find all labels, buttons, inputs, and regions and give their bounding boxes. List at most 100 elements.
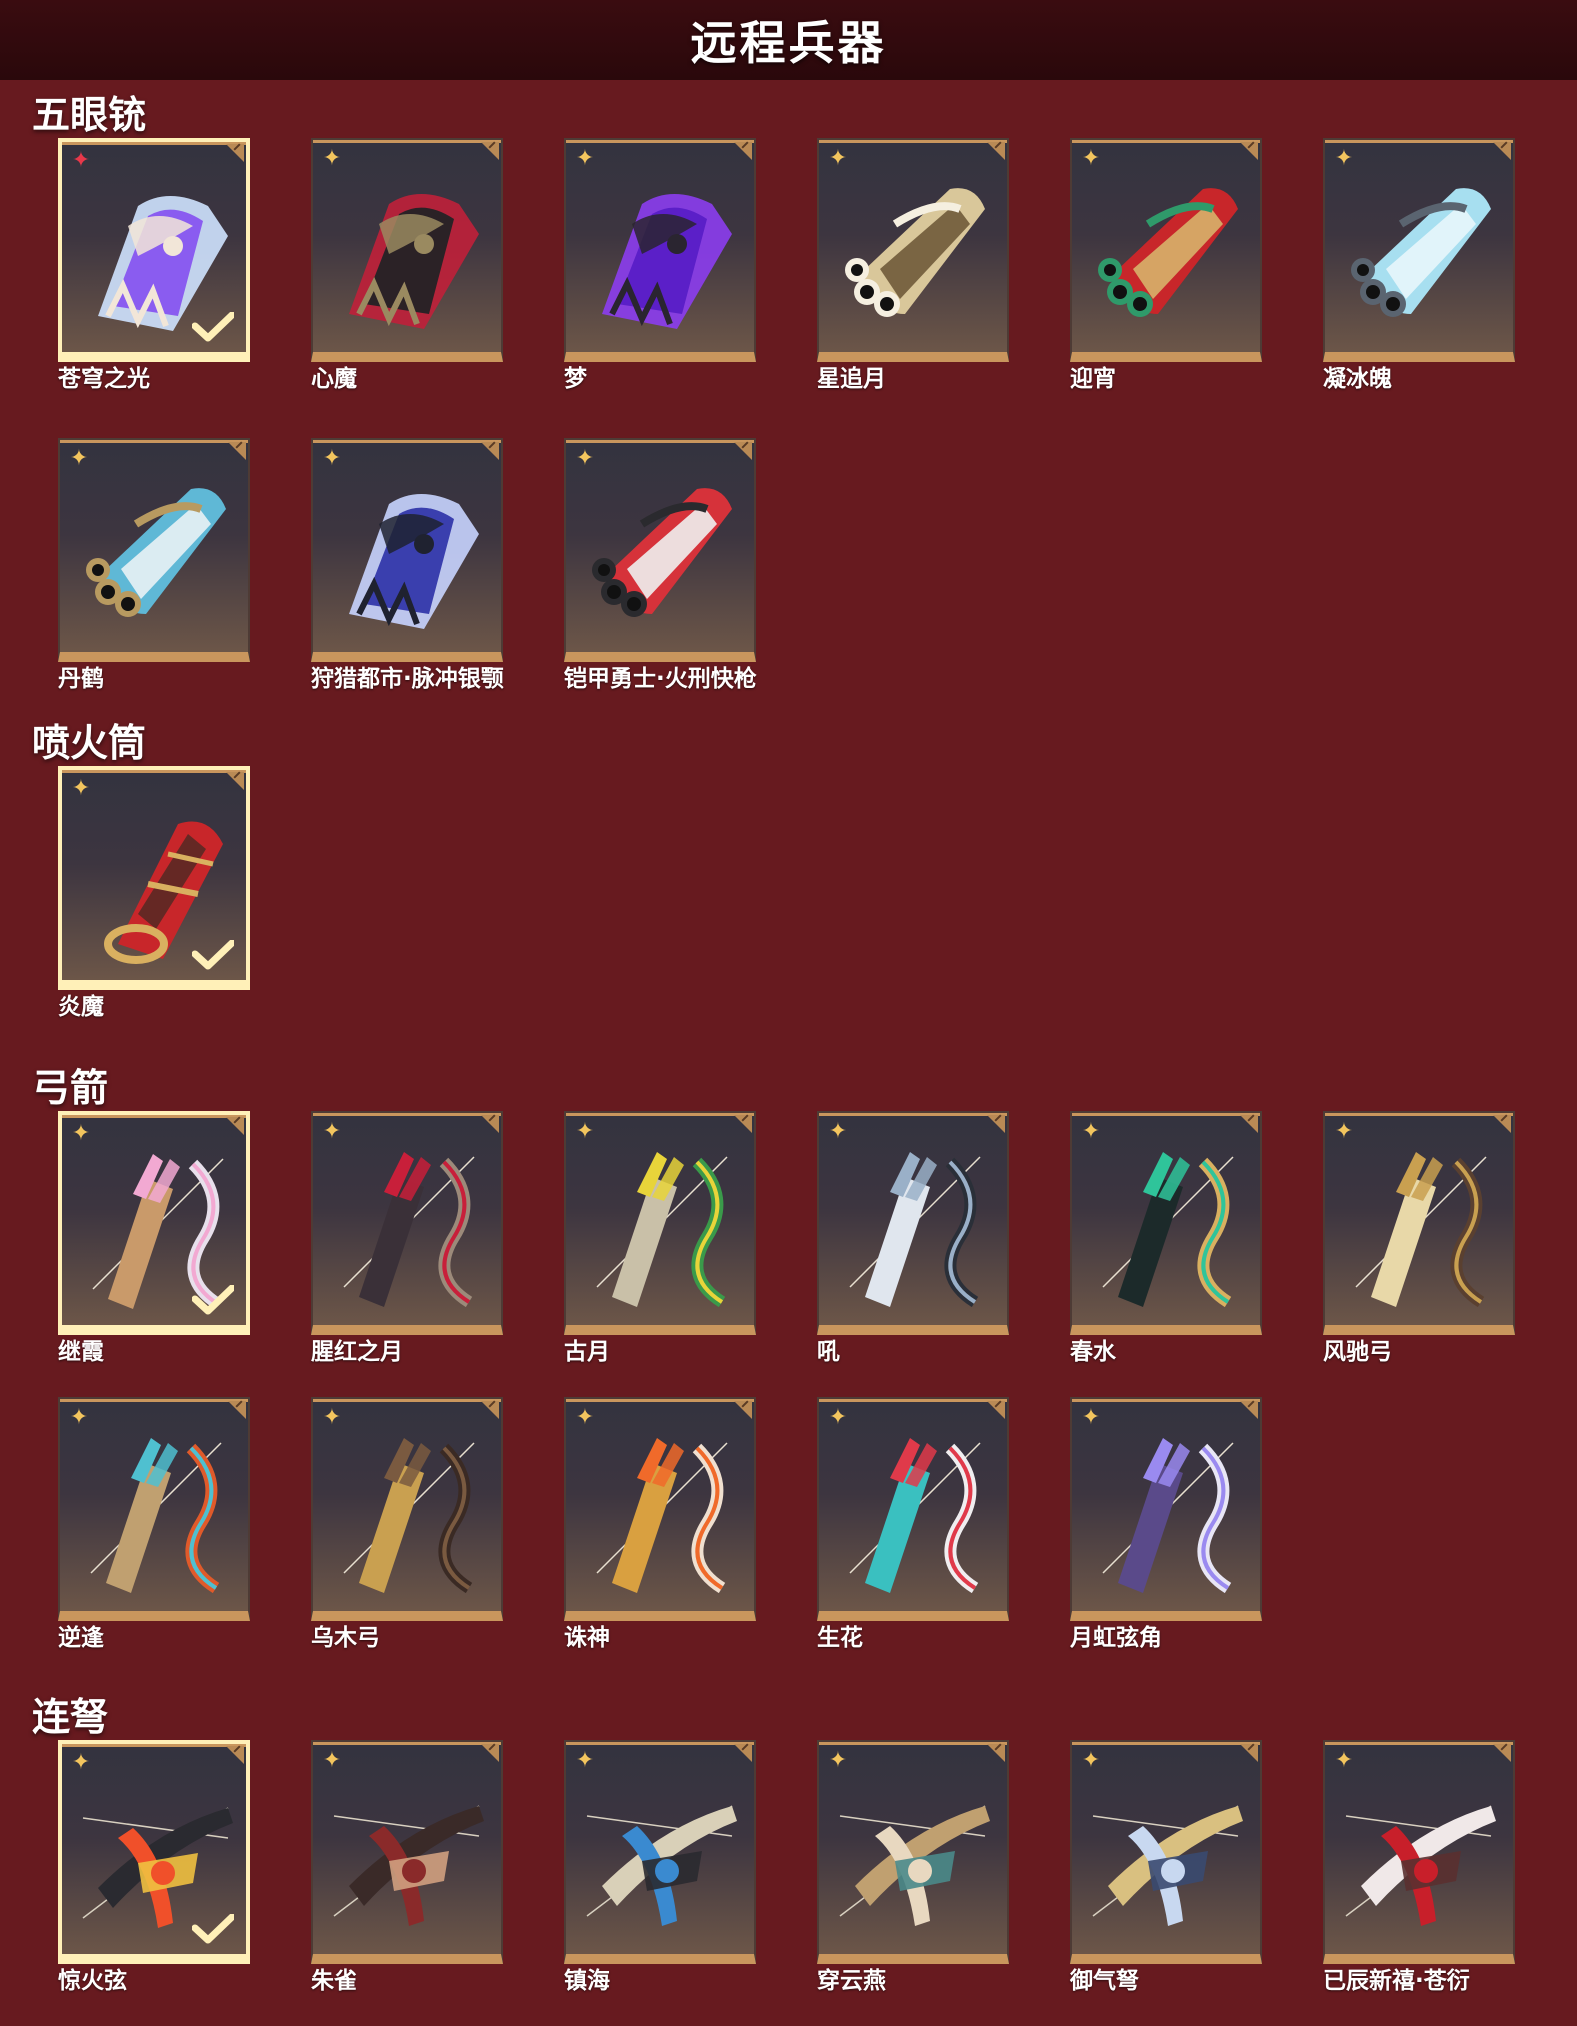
- equipped-check-icon: [192, 312, 234, 342]
- corner-tab-icon: [987, 1115, 1005, 1133]
- card-top-border: [1325, 140, 1513, 143]
- card-top-border: [819, 1113, 1007, 1116]
- weapon-item[interactable]: ✦ 炎魔: [58, 766, 250, 1020]
- weapon-item[interactable]: ✦ 御气弩: [1070, 1740, 1262, 1994]
- weapon-card: ✦: [564, 1740, 756, 1964]
- equipped-check-icon: [192, 1914, 234, 1944]
- weapon-card: ✦: [58, 1397, 250, 1621]
- weapon-item[interactable]: ✦ 星追月: [817, 138, 1009, 392]
- weapon-name: 古月: [564, 1339, 610, 1365]
- weapon-item[interactable]: ✦ 吼: [817, 1111, 1009, 1365]
- weapon-item[interactable]: ✦ 朱雀: [311, 1740, 503, 1994]
- weapon-item[interactable]: ✦ 古月: [564, 1111, 756, 1365]
- weapon-grid-gongjian: ✦ 继霞 ✦ 腥红之月 ✦ 古月 ✦ 吼 ✦ 春水 ✦ 风驰弓 ✦ 逆逢 ✦ 乌木弓 ✦ 诛神 ✦ 生花 ✦ 月虹弦角: [58, 1111, 1515, 1651]
- weapon-card: ✦: [311, 438, 503, 662]
- corner-tab-icon: [481, 442, 499, 460]
- weapon-art-bow: [90, 1438, 222, 1593]
- card-top-border: [62, 770, 246, 773]
- card-top-border: [1072, 1399, 1260, 1402]
- weapon-card: ✦: [58, 1740, 250, 1964]
- weapon-card: ✦: [1070, 138, 1262, 362]
- weapon-item[interactable]: ✦ 心魔: [311, 138, 503, 392]
- weapon-item[interactable]: ✦ 春水: [1070, 1111, 1262, 1365]
- card-top-border: [1072, 1113, 1260, 1116]
- weapon-art-bow: [849, 1438, 981, 1593]
- weapon-item[interactable]: ✦ 苍穹之光: [58, 138, 250, 392]
- weapon-art-bow: [343, 1152, 475, 1307]
- card-top-border: [313, 1399, 501, 1402]
- weapon-item[interactable]: ✦ 迎宵: [1070, 138, 1262, 392]
- weapon-item[interactable]: ✦ 镇海: [564, 1740, 756, 1994]
- weapon-item[interactable]: ✦ 风驰弓: [1323, 1111, 1515, 1365]
- weapon-item[interactable]: ✦ 乌木弓: [311, 1397, 503, 1651]
- weapon-name: 朱雀: [311, 1968, 357, 1994]
- weapon-name: 梦: [564, 366, 587, 392]
- card-top-border: [313, 140, 501, 143]
- weapon-card: ✦: [1323, 1111, 1515, 1335]
- corner-tab-icon: [734, 1401, 752, 1419]
- weapon-item[interactable]: ✦ 逆逢: [58, 1397, 250, 1651]
- equipped-check-icon: [192, 940, 234, 970]
- weapon-name: 已辰新禧·苍衍: [1323, 1968, 1470, 1994]
- weapon-item[interactable]: ✦ 狩猎都市·脉冲银颚: [311, 438, 504, 692]
- weapon-card: ✦: [1323, 1740, 1515, 1964]
- weapon-card: ✦: [817, 1111, 1009, 1335]
- weapon-item[interactable]: ✦ 铠甲勇士·火刑快枪: [564, 438, 757, 692]
- weapon-item[interactable]: ✦ 月虹弦角: [1070, 1397, 1262, 1651]
- card-top-border: [566, 1399, 754, 1402]
- weapon-name: 月虹弦角: [1070, 1625, 1162, 1651]
- weapon-name: 镇海: [564, 1968, 610, 1994]
- weapon-item[interactable]: ✦ 丹鹤: [58, 438, 250, 692]
- corner-tab-icon: [734, 142, 752, 160]
- weapon-item[interactable]: ✦ 穿云燕: [817, 1740, 1009, 1994]
- weapon-name: 御气弩: [1070, 1968, 1139, 1994]
- weapon-name: 炎魔: [58, 994, 104, 1020]
- weapon-item[interactable]: ✦ 生花: [817, 1397, 1009, 1651]
- weapon-art-cannon: [1098, 188, 1238, 317]
- weapon-card: ✦: [311, 1397, 503, 1621]
- weapon-name: 迎宵: [1070, 366, 1116, 392]
- weapon-card: ✦: [311, 138, 503, 362]
- weapon-item[interactable]: ✦ 惊火弦: [58, 1740, 250, 1994]
- weapon-name: 穿云燕: [817, 1968, 886, 1994]
- weapon-name: 乌木弓: [311, 1625, 380, 1651]
- page-header: 远程兵器: [0, 0, 1577, 80]
- weapon-art-glove: [602, 194, 732, 329]
- weapon-name: 生花: [817, 1625, 863, 1651]
- weapon-card: ✦: [58, 766, 250, 990]
- card-top-border: [313, 1113, 501, 1116]
- corner-tab-icon: [481, 142, 499, 160]
- weapon-name: 惊火弦: [58, 1968, 127, 1994]
- card-top-border: [819, 140, 1007, 143]
- weapon-card: ✦: [1070, 1111, 1262, 1335]
- corner-tab-icon: [226, 772, 244, 790]
- weapon-card: ✦: [564, 138, 756, 362]
- weapon-art-bow: [92, 1154, 224, 1309]
- corner-tab-icon: [1240, 1115, 1258, 1133]
- weapon-item[interactable]: ✦ 凝冰魄: [1323, 138, 1515, 392]
- weapon-item[interactable]: ✦ 诛神: [564, 1397, 756, 1651]
- weapon-item[interactable]: ✦ 梦: [564, 138, 756, 392]
- corner-tab-icon: [987, 1744, 1005, 1762]
- corner-tab-icon: [1240, 1401, 1258, 1419]
- corner-tab-icon: [226, 144, 244, 162]
- weapon-card: ✦: [1070, 1740, 1262, 1964]
- corner-tab-icon: [987, 142, 1005, 160]
- corner-tab-icon: [228, 442, 246, 460]
- weapon-art-crossbow: [1345, 1805, 1496, 1926]
- weapon-item[interactable]: ✦ 继霞: [58, 1111, 250, 1365]
- weapon-card: ✦: [58, 1111, 250, 1335]
- weapon-art-cannon: [1351, 188, 1491, 317]
- weapon-art-cannon: [86, 488, 226, 617]
- equipped-check-icon: [192, 1285, 234, 1315]
- corner-tab-icon: [1493, 1115, 1511, 1133]
- card-top-border: [62, 1115, 246, 1118]
- card-top-border: [62, 1744, 246, 1747]
- weapon-item[interactable]: ✦ 已辰新禧·苍衍: [1323, 1740, 1515, 1994]
- weapon-art-glove: [98, 196, 228, 331]
- corner-tab-icon: [1493, 1744, 1511, 1762]
- card-top-border: [62, 142, 246, 145]
- weapon-item[interactable]: ✦ 腥红之月: [311, 1111, 503, 1365]
- page-title: 远程兵器: [690, 16, 887, 70]
- weapon-art-crossbow: [1092, 1805, 1243, 1926]
